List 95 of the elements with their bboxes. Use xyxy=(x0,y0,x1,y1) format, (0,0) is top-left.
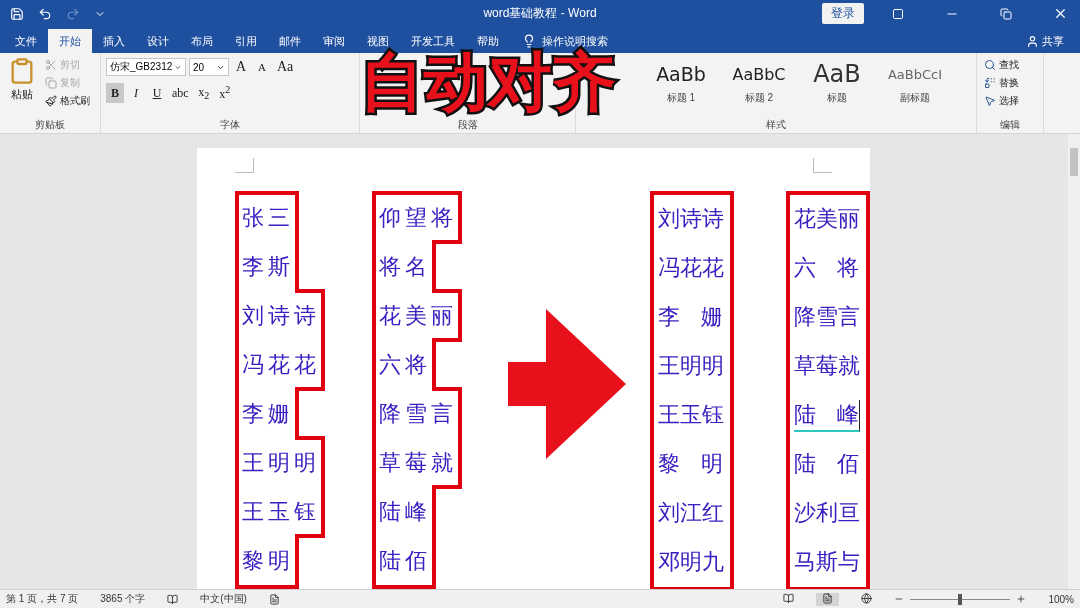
ribbon-tab[interactable]: 设计 xyxy=(136,29,180,53)
format-button[interactable]: x$_{2}$ xyxy=(194,83,213,103)
font-size-field[interactable]: 20 xyxy=(189,58,229,76)
group-label: 剪贴板 xyxy=(35,119,65,130)
person-icon xyxy=(1026,34,1039,48)
font-name-field[interactable]: 仿宋_GB2312 xyxy=(106,58,186,76)
style-gallery-item[interactable]: AaB 标题 xyxy=(800,57,874,118)
name-text: 降雪言 xyxy=(794,302,861,331)
word-count[interactable]: 3865 个字 xyxy=(100,592,146,606)
clipboard-button[interactable]: 格式刷 xyxy=(43,93,92,109)
name-text: 李姗 xyxy=(658,302,724,331)
scrollbar-thumb[interactable] xyxy=(1070,148,1078,176)
format-button[interactable]: B xyxy=(106,83,124,103)
style-gallery-item[interactable]: AaBb 标题 1 xyxy=(644,57,718,118)
style-gallery-item[interactable]: AaBbCcI 副标题 xyxy=(878,57,952,118)
editing-button[interactable]: 替换 xyxy=(982,75,1021,91)
corner-mark xyxy=(235,158,254,173)
name-text: 陆峰 xyxy=(378,497,431,526)
ribbon-tab[interactable]: 引用 xyxy=(224,29,268,53)
name-text: 王玉钰 xyxy=(658,400,725,429)
name-text: 将名 xyxy=(378,252,431,281)
ribbon-tab[interactable]: 帮助 xyxy=(466,29,510,53)
page-count[interactable]: 第 1 页，共 7 页 xyxy=(6,592,79,606)
font-tool-button[interactable]: Aa xyxy=(274,57,297,77)
name-text: 冯花花 xyxy=(242,350,320,379)
name-text: 邓明九 xyxy=(658,547,725,576)
editing-button[interactable]: 选择 xyxy=(982,93,1021,109)
name-text: 花美丽 xyxy=(378,301,457,330)
name-text: 沙利亘 xyxy=(794,498,861,527)
name-text: 刘诗诗 xyxy=(658,204,725,233)
overlay-title: 自动对齐 xyxy=(360,50,616,114)
name-text: 陆佰 xyxy=(378,546,431,575)
macro-icon[interactable] xyxy=(268,593,280,605)
font-tool-button[interactable]: A xyxy=(253,57,271,77)
format-button[interactable]: x$^{2}$ xyxy=(215,83,234,103)
name-text: 降雪言 xyxy=(378,399,457,428)
undo-icon[interactable] xyxy=(38,6,52,21)
group-label: 样式 xyxy=(766,119,786,130)
language-indicator[interactable]: 中文(中国) xyxy=(200,592,247,606)
style-gallery-item[interactable]: AaBbC 标题 2 xyxy=(722,57,796,118)
proofing-icon[interactable] xyxy=(167,593,179,605)
ribbon-tab[interactable]: 布局 xyxy=(180,29,224,53)
read-mode-icon[interactable] xyxy=(783,592,795,606)
lightbulb-icon xyxy=(522,34,536,48)
name-text: 陆峰 xyxy=(794,399,860,432)
name-text: 黎明 xyxy=(242,546,294,575)
ribbon-tab[interactable]: 文件 xyxy=(4,29,48,53)
replace-icon xyxy=(984,77,996,89)
ribbon-tab[interactable]: 开发工具 xyxy=(400,29,466,53)
copy-icon xyxy=(45,77,57,89)
zoom-in-icon[interactable] xyxy=(1016,594,1027,604)
search-icon xyxy=(984,59,996,71)
save-icon[interactable] xyxy=(10,6,24,21)
name-text: 黎明 xyxy=(658,449,724,478)
arrow-icon xyxy=(508,309,626,459)
name-text: 草莓就 xyxy=(378,448,457,477)
corner-mark xyxy=(813,158,832,173)
name-text: 王玉钰 xyxy=(242,497,320,526)
paste-button[interactable]: 粘贴 xyxy=(5,57,39,118)
print-layout-icon[interactable] xyxy=(816,592,840,606)
name-text: 王明明 xyxy=(242,448,320,477)
name-text: 张三 xyxy=(242,203,294,232)
name-text: 冯花花 xyxy=(658,253,725,282)
paintbrush-icon xyxy=(45,95,57,107)
font-tool-button[interactable]: A xyxy=(232,57,250,77)
ribbon-tab[interactable]: 开始 xyxy=(48,29,92,53)
zoom-percent[interactable]: 100% xyxy=(1048,593,1074,605)
web-layout-icon[interactable] xyxy=(861,592,873,606)
name-text: 刘江红 xyxy=(658,498,725,527)
name-text: 六将 xyxy=(794,253,860,282)
name-text: 李姗 xyxy=(242,399,294,428)
name-text: 花美丽 xyxy=(794,204,861,233)
name-text: 仰望将 xyxy=(378,203,457,232)
group-label: 编辑 xyxy=(1000,119,1020,130)
name-text: 陆佰 xyxy=(794,449,860,478)
group-label: 字体 xyxy=(220,119,240,130)
window-title: word基础教程 - Word xyxy=(483,6,597,20)
ribbon-tab[interactable]: 插入 xyxy=(92,29,136,53)
name-text: 王明明 xyxy=(658,351,725,380)
format-button[interactable]: abc xyxy=(169,83,192,103)
sign-in-button[interactable]: 登录 xyxy=(822,3,864,24)
name-text: 六将 xyxy=(378,350,431,379)
group-label: 段落 xyxy=(457,119,478,130)
share-button[interactable]: 共享 xyxy=(1020,29,1070,53)
name-text: 刘诗诗 xyxy=(242,301,320,330)
ribbon-tab[interactable]: 审阅 xyxy=(312,29,356,53)
ribbon-tab[interactable]: 邮件 xyxy=(268,29,312,53)
pointer-icon xyxy=(984,95,996,107)
name-text: 草莓就 xyxy=(794,351,861,380)
name-text: 李斯 xyxy=(242,252,294,281)
format-button[interactable]: I xyxy=(127,83,145,103)
editing-button[interactable]: 查找 xyxy=(982,57,1021,73)
name-text: 马斯与 xyxy=(794,547,861,576)
format-button[interactable]: U xyxy=(148,83,166,103)
scissors-icon xyxy=(45,59,57,71)
